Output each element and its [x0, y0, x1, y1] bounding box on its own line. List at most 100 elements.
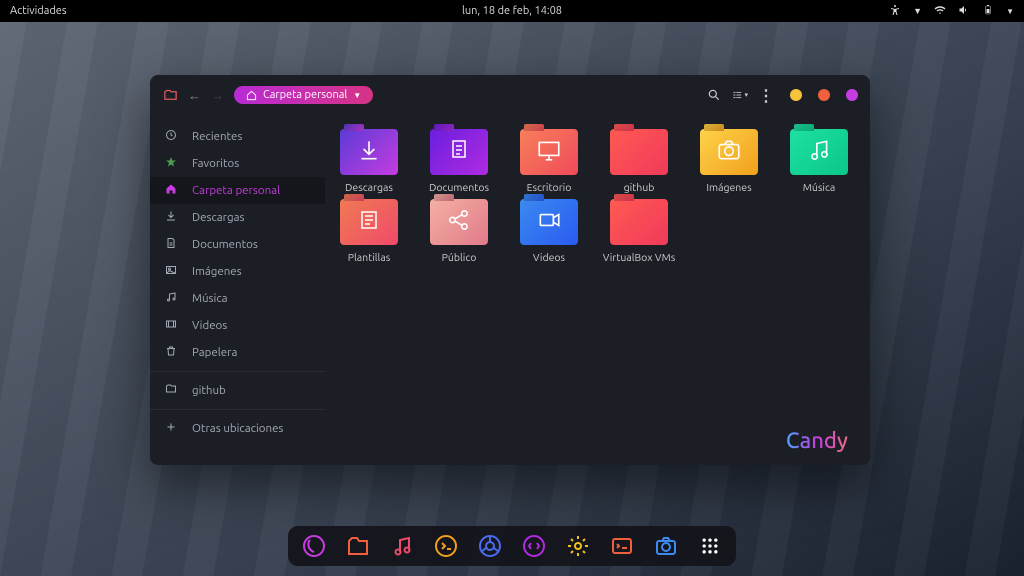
files-window: ← → Carpeta personal ▼ ▾ ⋮ Recientes Favo…: [150, 75, 870, 465]
folder-icon: [340, 129, 398, 175]
folder-virtualbox-vms[interactable]: VirtualBox VMs: [601, 199, 677, 263]
search-button[interactable]: [706, 87, 722, 103]
folder-label: Público: [442, 251, 477, 263]
folder-icon: [700, 129, 758, 175]
image-icon: [164, 264, 178, 279]
sidebar: Recientes Favoritos Carpeta personal Descar…: [150, 115, 325, 465]
sidebar-item-favoritos[interactable]: Favoritos: [150, 150, 325, 177]
accessibility-icon[interactable]: [889, 4, 901, 19]
clock[interactable]: lun, 18 de feb, 14:08: [462, 5, 562, 17]
folder-videos[interactable]: Videos: [511, 199, 587, 263]
folder-icon: [790, 129, 848, 175]
folder-icon: [430, 129, 488, 175]
hamburger-menu-button[interactable]: ⋮: [758, 87, 774, 103]
sidebar-item-imágenes[interactable]: Imágenes: [150, 258, 325, 285]
sidebar-item-descargas[interactable]: Descargas: [150, 204, 325, 231]
content-area[interactable]: Descargas Documentos Escritorio github Imáge…: [325, 115, 870, 465]
power-menu-icon[interactable]: ▼: [1006, 7, 1014, 16]
sidebar-item-label: Música: [192, 292, 228, 305]
star-icon: [164, 156, 178, 171]
sidebar-item-label: Favoritos: [192, 157, 239, 170]
folder-icon: [520, 129, 578, 175]
home-icon: [164, 183, 178, 198]
activities-button[interactable]: Actividades: [10, 5, 67, 17]
wifi-icon[interactable]: [934, 4, 946, 19]
folder-label: Escritorio: [527, 181, 572, 193]
sidebar-item-github[interactable]: github: [150, 377, 325, 404]
dock-apps[interactable]: [696, 532, 724, 560]
sidebar-item-papelera[interactable]: Papelera: [150, 339, 325, 366]
close-button[interactable]: [846, 89, 858, 101]
folder-icon: [430, 199, 488, 245]
dock-files[interactable]: [344, 532, 372, 560]
camera-icon: [716, 137, 742, 167]
dock-screenshot[interactable]: [652, 532, 680, 560]
video-icon: [164, 318, 178, 333]
theme-brand: Candy: [786, 428, 848, 453]
vpn-icon[interactable]: ▼: [913, 6, 922, 16]
folder-descargas[interactable]: Descargas: [331, 129, 407, 193]
plus-icon: [164, 421, 178, 436]
folder-icon: [610, 129, 668, 175]
chevron-down-icon: ▼: [353, 91, 361, 100]
forward-button[interactable]: →: [211, 88, 224, 103]
folder-plantillas[interactable]: Plantillas: [331, 199, 407, 263]
download-icon: [356, 137, 382, 167]
share-icon: [446, 207, 472, 237]
doc-icon: [447, 138, 471, 166]
sidebar-item-videos[interactable]: Videos: [150, 312, 325, 339]
sidebar-item-label: github: [192, 384, 226, 397]
folder-icon: [520, 199, 578, 245]
path-bar[interactable]: Carpeta personal ▼: [234, 86, 373, 104]
folder-label: VirtualBox VMs: [603, 251, 676, 263]
folder-label: Plantillas: [348, 251, 391, 263]
sidebar-item-label: Videos: [192, 319, 227, 332]
files-app-icon: [162, 87, 178, 103]
folder-label: github: [624, 181, 655, 193]
folder-documentos[interactable]: Documentos: [421, 129, 497, 193]
folder-label: Videos: [533, 251, 565, 263]
folder-imágenes[interactable]: Imágenes: [691, 129, 767, 193]
dock-tilix[interactable]: [608, 532, 636, 560]
music-icon: [164, 291, 178, 306]
folder-escritorio[interactable]: Escritorio: [511, 129, 587, 193]
sidebar-item-documentos[interactable]: Documentos: [150, 231, 325, 258]
video-icon: [536, 207, 562, 237]
dock-code[interactable]: [520, 532, 548, 560]
folder-github[interactable]: github: [601, 129, 677, 193]
sidebar-item-música[interactable]: Música: [150, 285, 325, 312]
back-button[interactable]: ←: [188, 88, 201, 103]
topbar: Actividades lun, 18 de feb, 14:08 ▼ ▼: [0, 0, 1024, 22]
sidebar-item-otras-ubicaciones[interactable]: Otras ubicaciones: [150, 415, 325, 442]
sidebar-item-carpeta-personal[interactable]: Carpeta personal: [150, 177, 325, 204]
folder-label: Música: [803, 181, 835, 193]
sidebar-item-label: Documentos: [192, 238, 258, 251]
sidebar-item-label: Imágenes: [192, 265, 242, 278]
sidebar-item-label: Papelera: [192, 346, 237, 359]
folder-label: Descargas: [345, 181, 393, 193]
folder-público[interactable]: Público: [421, 199, 497, 263]
path-label: Carpeta personal: [263, 89, 347, 101]
sidebar-item-label: Recientes: [192, 130, 242, 143]
download-icon: [164, 210, 178, 225]
maximize-button[interactable]: [818, 89, 830, 101]
sidebar-item-label: Descargas: [192, 211, 245, 224]
sidebar-item-recientes[interactable]: Recientes: [150, 123, 325, 150]
dock-terminal[interactable]: [432, 532, 460, 560]
volume-icon[interactable]: [958, 4, 970, 19]
battery-icon[interactable]: [982, 4, 994, 19]
template-icon: [357, 208, 381, 236]
clock-icon: [164, 129, 178, 144]
minimize-button[interactable]: [790, 89, 802, 101]
view-options-button[interactable]: ▾: [732, 87, 748, 103]
folder-música[interactable]: Música: [781, 129, 857, 193]
desktop-icon: [536, 137, 562, 167]
dock-firefox[interactable]: [300, 532, 328, 560]
dock-chrome[interactable]: [476, 532, 504, 560]
dock-music[interactable]: [388, 532, 416, 560]
folder-icon: [340, 199, 398, 245]
folder-label: Imágenes: [706, 181, 751, 193]
dock-settings[interactable]: [564, 532, 592, 560]
trash-icon: [164, 345, 178, 360]
headerbar: ← → Carpeta personal ▼ ▾ ⋮: [150, 75, 870, 115]
